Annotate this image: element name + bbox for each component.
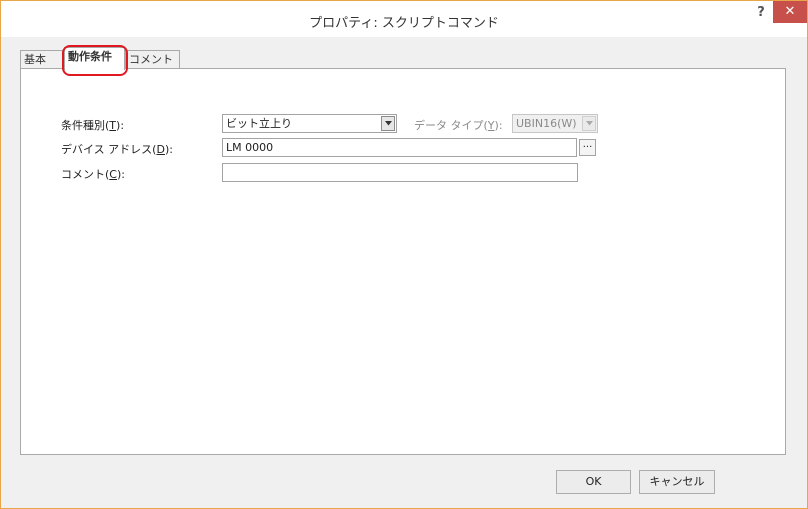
comment-label: コメント(C): (61, 168, 125, 181)
data-type-value: UBIN16(W) (516, 117, 577, 130)
tab-panel: 条件種別(T): ビット立上り データ タイプ(Y): UBIN16(W) デバ… (20, 68, 786, 455)
window-title: プロパティ: スクリプトコマンド (309, 16, 499, 31)
data-type-label: データ タイプ(Y): (414, 119, 503, 132)
close-icon: ✕ (784, 4, 796, 19)
cancel-button[interactable]: キャンセル (639, 470, 715, 494)
properties-dialog: プロパティ: スクリプトコマンド ? ✕ 基本 動作条件 コメント 条件種別(T… (0, 0, 808, 509)
tab-highlight-annotation (62, 45, 128, 76)
ellipsis-icon: ... (582, 139, 593, 150)
data-type-select[interactable]: UBIN16(W) (512, 114, 598, 133)
help-button[interactable]: ? (749, 3, 773, 23)
chevron-down-icon (381, 116, 395, 131)
tab-label: 基本 (24, 53, 46, 66)
device-address-browse-button[interactable]: ... (579, 139, 596, 156)
tab-comment[interactable]: コメント (125, 50, 180, 68)
device-address-input[interactable]: LM 0000 (222, 138, 577, 157)
condition-type-label: 条件種別(T): (61, 119, 125, 132)
comment-input[interactable] (222, 163, 578, 182)
chevron-down-icon (582, 116, 596, 131)
close-button[interactable]: ✕ (773, 1, 807, 23)
tab-label: コメント (129, 53, 173, 66)
device-address-label: デバイス アドレス(D): (61, 143, 173, 156)
ok-button[interactable]: OK (556, 470, 631, 494)
condition-type-value: ビット立上り (226, 117, 292, 130)
condition-type-select[interactable]: ビット立上り (222, 114, 397, 133)
tab-basic[interactable]: 基本 (20, 50, 64, 68)
title-bar: プロパティ: スクリプトコマンド ? ✕ (1, 1, 807, 37)
